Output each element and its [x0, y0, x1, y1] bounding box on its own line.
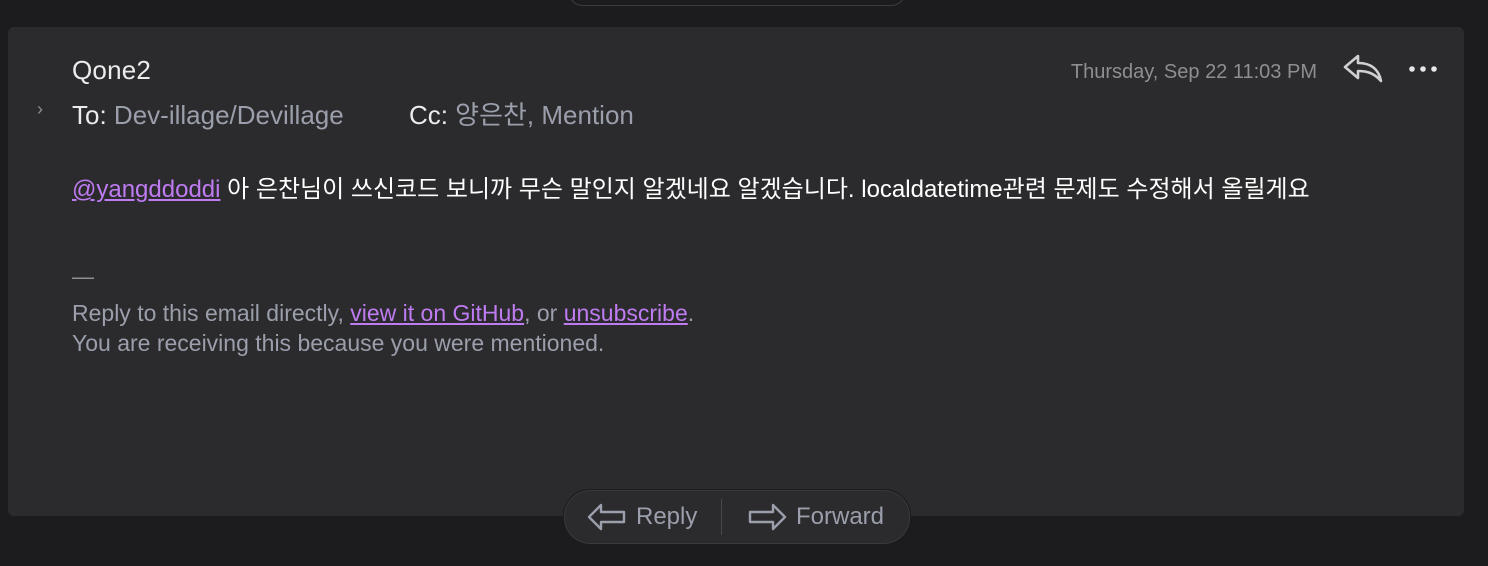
mention-link[interactable]: @yangddoddi: [72, 176, 220, 203]
sender-name: Qone2: [72, 55, 152, 85]
message-timestamp: Thursday, Sep 22 11:03 PM: [1070, 61, 1317, 83]
email-footer: Reply to this email directly, view it on…: [72, 298, 694, 358]
forward-button-label: Forward: [796, 503, 885, 530]
previous-message-action-pill: [568, 0, 906, 6]
reply-button[interactable]: Reply: [586, 490, 697, 544]
to-label: To:: [72, 100, 107, 130]
to-recipient[interactable]: Dev-illage/Devillage: [114, 100, 344, 130]
reply-forward-toolbar: Reply Forward: [563, 489, 911, 545]
chevron-right-icon[interactable]: ›: [30, 98, 50, 120]
cc-recipients[interactable]: 양은찬, Mention: [455, 100, 634, 130]
forward-arrow-icon: [748, 503, 787, 531]
toolbar-divider: [721, 499, 722, 535]
footer-prefix-text: Reply to this email directly,: [72, 300, 351, 326]
footer-mid-text: , or: [524, 300, 564, 326]
recipients-row: To: Dev-illage/Devillage Cc: 양은찬, Mentio…: [72, 95, 634, 132]
footer-suffix-text: .: [687, 300, 695, 326]
reply-button-label: Reply: [636, 503, 698, 530]
signature-divider: —: [72, 264, 94, 289]
more-horizontal-icon[interactable]: [1406, 54, 1440, 84]
footer-line-2: You are receiving this because you were …: [72, 330, 605, 356]
unsubscribe-link[interactable]: unsubscribe: [564, 300, 688, 326]
view-on-github-link[interactable]: view it on GitHub: [350, 300, 524, 326]
forward-button[interactable]: Forward: [746, 490, 884, 544]
cc-label: Cc:: [408, 100, 448, 130]
footer-line-1: Reply to this email directly, view it on…: [72, 298, 694, 328]
message-body-text: 아 은찬님이 쓰신코드 보니까 무슨 말인지 알겠네요 알겠습니다. local…: [220, 176, 1310, 203]
reply-arrow-icon: [587, 503, 626, 531]
reply-arrow-icon[interactable]: [1342, 52, 1386, 86]
message-body: @yangddoddi 아 은찬님이 쓰신코드 보니까 무슨 말인지 알겠네요 …: [72, 172, 1392, 207]
